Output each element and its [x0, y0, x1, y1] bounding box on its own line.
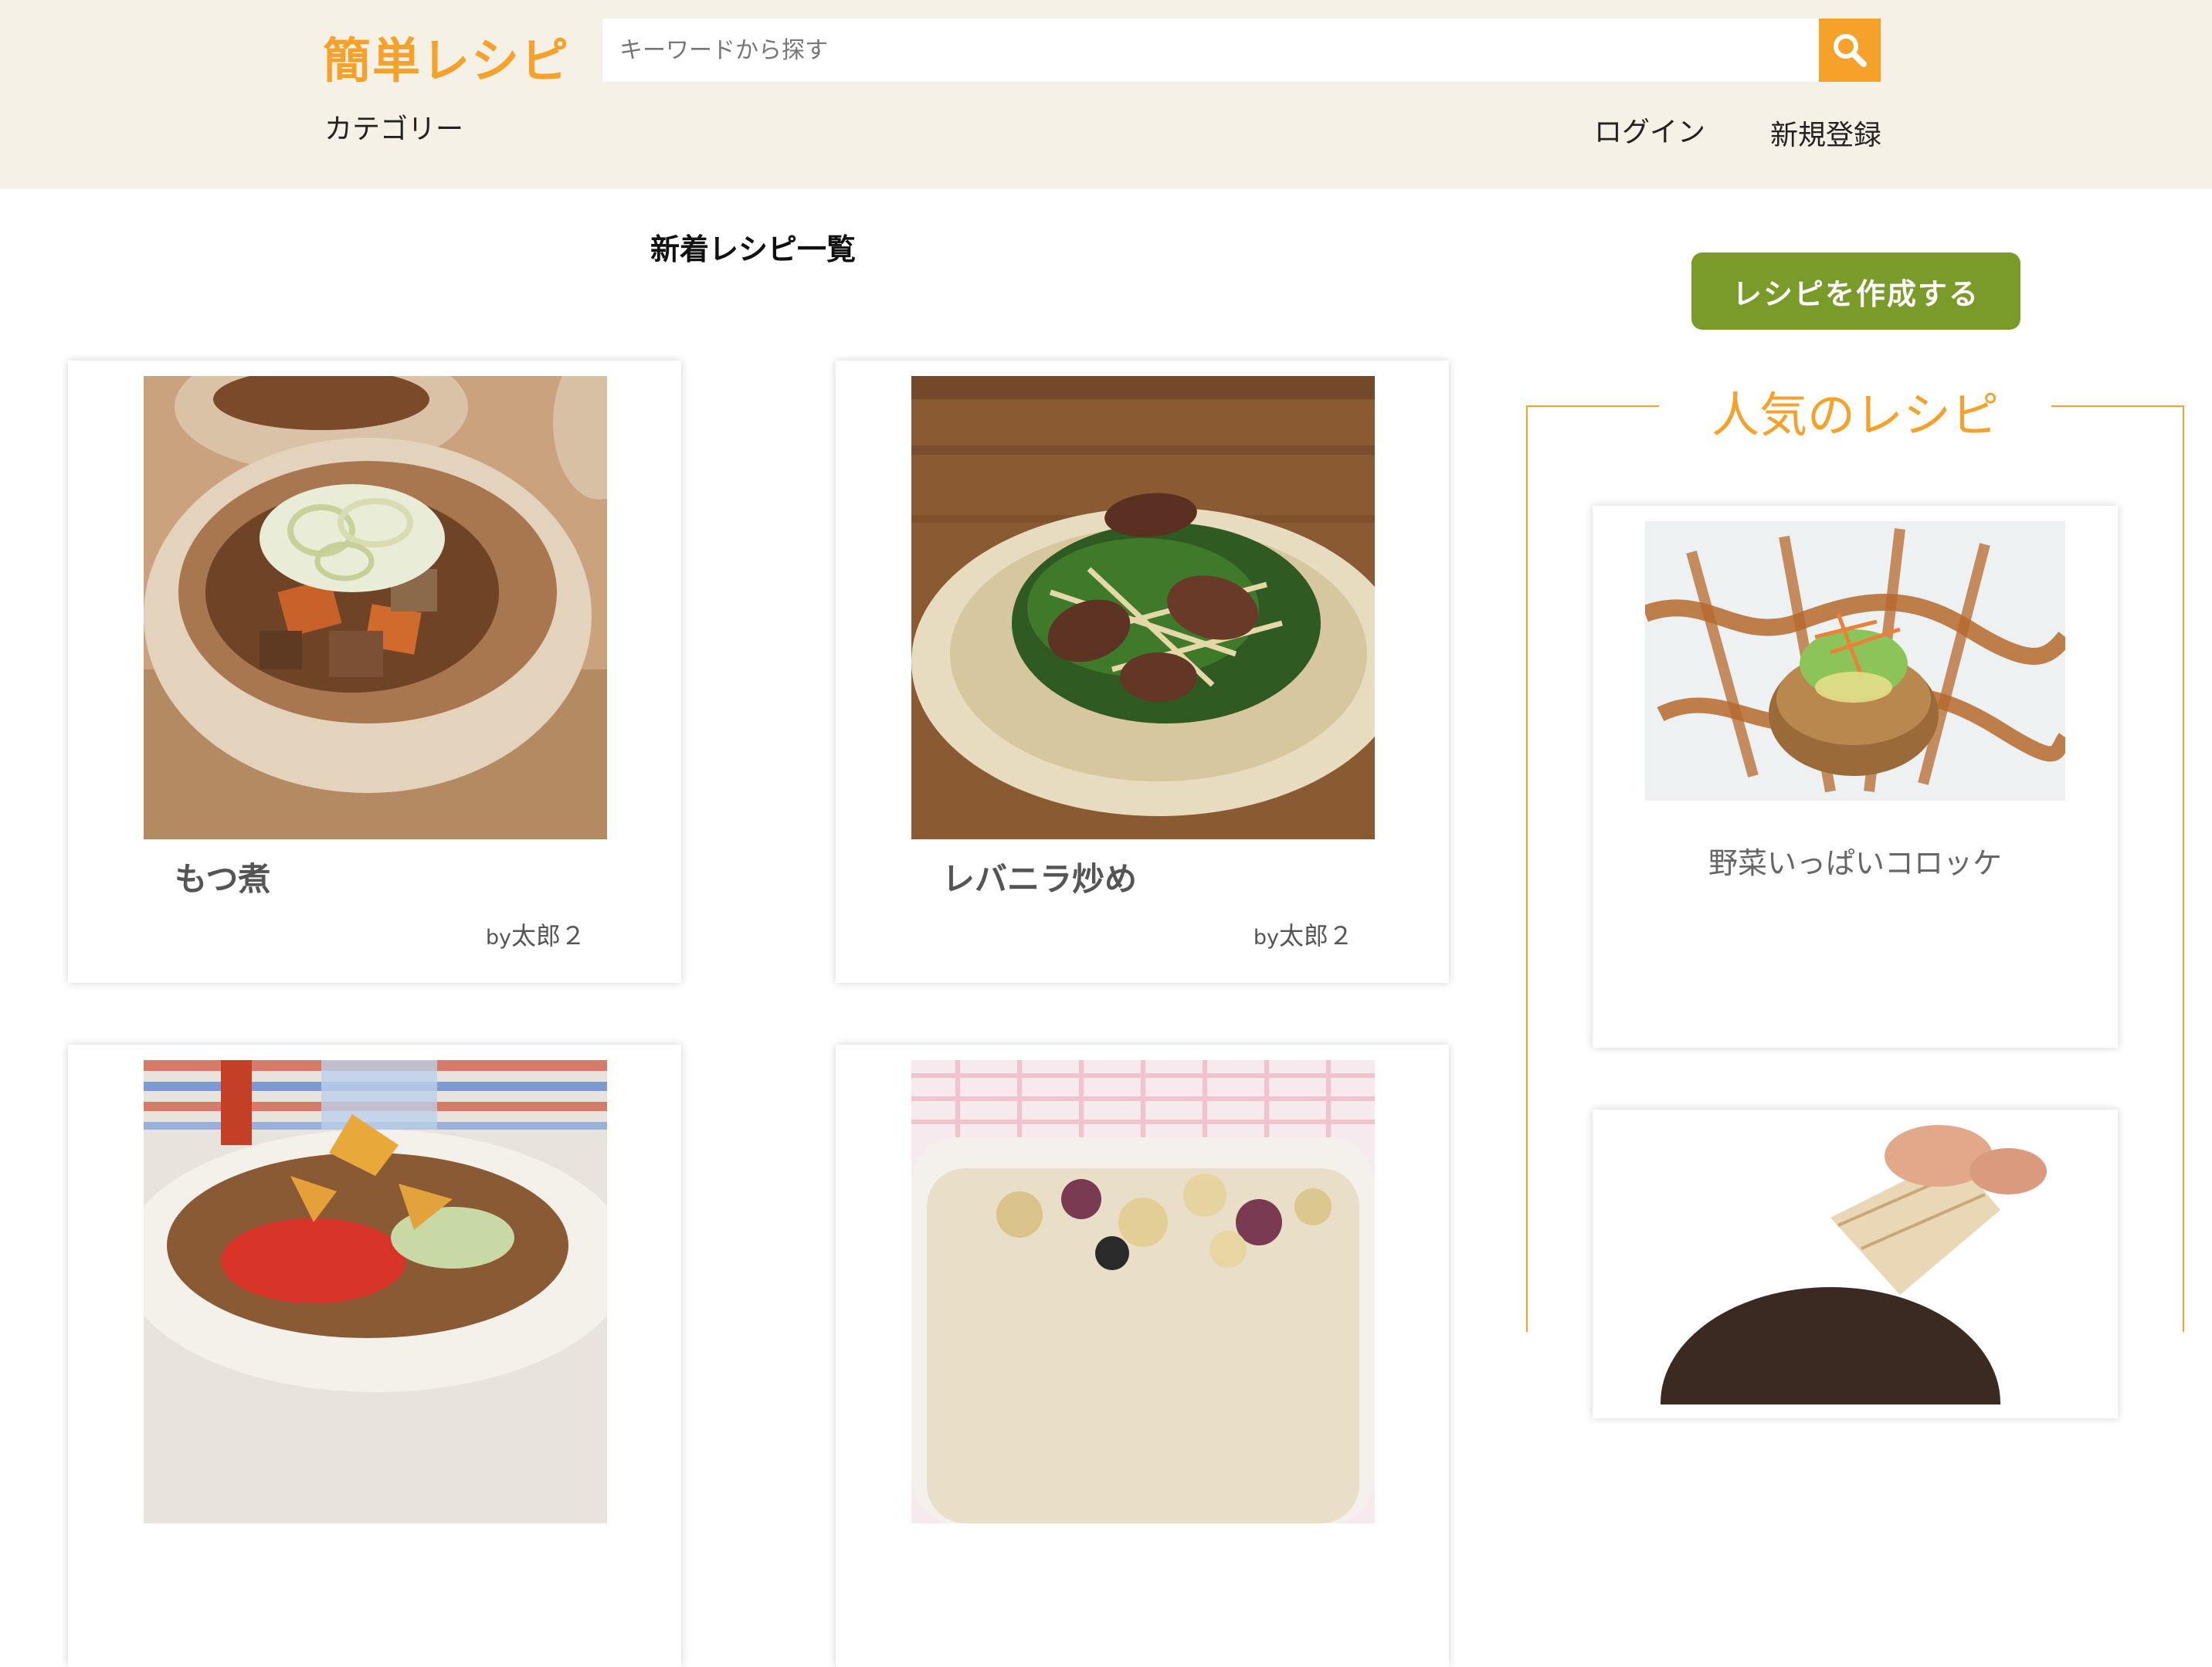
recipe-card[interactable]: レバニラ炒め by太郎２: [836, 361, 1449, 983]
recipe-title[interactable]: もつ煮: [175, 853, 270, 900]
search-input[interactable]: [602, 19, 1819, 82]
popular-recipe-photo[interactable]: [1645, 1125, 2065, 1404]
search-bar: [602, 19, 1881, 82]
recipe-card[interactable]: [836, 1045, 1449, 1667]
recipe-card[interactable]: [68, 1045, 681, 1667]
recipe-author[interactable]: by太郎２: [486, 917, 585, 952]
popular-recipe-card[interactable]: 野菜いっぱいコロッケ: [1593, 506, 2118, 1048]
recipe-author[interactable]: by太郎２: [1254, 917, 1353, 952]
popular-recipe-photo[interactable]: [1645, 521, 2065, 801]
create-recipe-button[interactable]: レシピを作成する: [1691, 252, 2020, 330]
recipe-photo[interactable]: [144, 1060, 607, 1523]
recipe-photo[interactable]: [911, 1060, 1375, 1523]
search-icon: [1834, 34, 1867, 67]
recipe-title[interactable]: レバニラ炒め: [942, 853, 1137, 900]
popular-recipes-heading: 人気のレシピ: [1659, 385, 2051, 446]
recipe-photo[interactable]: [911, 376, 1375, 839]
author-prefix: by: [485, 926, 511, 950]
recipe-card[interactable]: もつ煮 by太郎２: [68, 361, 681, 983]
popular-recipe-title[interactable]: 野菜いっぱいコロッケ: [1593, 839, 2118, 882]
site-logo[interactable]: 簡単レシピ: [323, 22, 570, 91]
nav-category-link[interactable]: カテゴリー: [324, 107, 463, 147]
author-name: 太郎２: [511, 921, 585, 950]
author-name: 太郎２: [1278, 921, 1353, 950]
popular-recipe-card[interactable]: [1593, 1110, 2118, 1418]
section-title: 新着レシピ一覧: [650, 232, 857, 266]
recipe-photo[interactable]: [144, 376, 607, 839]
author-prefix: by: [1253, 926, 1279, 950]
site-header: 簡単レシピ カテゴリー ログイン 新規登録: [0, 0, 2212, 189]
nav-login-link[interactable]: ログイン: [1594, 110, 1705, 150]
nav-signup-link[interactable]: 新規登録: [1770, 113, 1881, 153]
search-button[interactable]: [1819, 19, 1881, 82]
